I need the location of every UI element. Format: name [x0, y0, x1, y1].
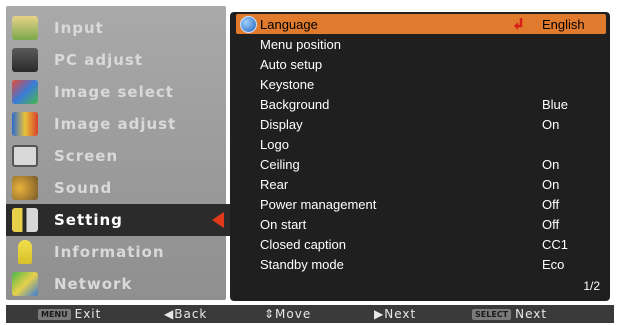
- menu-item-pc-adjust[interactable]: PC adjust: [6, 44, 226, 76]
- network-icon: [12, 272, 38, 296]
- menu-item-information[interactable]: Information: [6, 236, 226, 268]
- submenu-row-closed-caption[interactable]: Closed caption CC1: [236, 234, 606, 254]
- row-label: Ceiling: [260, 156, 300, 172]
- submenu-row-on-start[interactable]: On start Off: [236, 214, 606, 234]
- row-value: Off: [542, 196, 560, 212]
- row-label: Menu position: [260, 36, 341, 52]
- enter-arrow-icon: [514, 18, 523, 30]
- row-label: Rear: [260, 176, 289, 192]
- row-value: Eco: [542, 256, 565, 272]
- hint-next: ▶Next: [374, 307, 417, 321]
- menu-item-screen[interactable]: Screen: [6, 140, 226, 172]
- menu-item-network[interactable]: Network: [6, 268, 226, 300]
- menu-item-label: Information: [54, 243, 165, 261]
- row-label: Power management: [260, 196, 377, 212]
- row-label: On start: [260, 216, 307, 232]
- row-value: On: [542, 116, 560, 132]
- pc-adjust-icon: [12, 48, 38, 72]
- input-icon: [12, 16, 38, 40]
- menu-item-label: Network: [54, 275, 133, 293]
- menu-key-icon: MENU: [38, 308, 71, 320]
- submenu-row-keystone[interactable]: Keystone: [236, 74, 606, 94]
- setting-submenu-panel: Language English Menu position Auto setu…: [230, 12, 610, 301]
- row-value: On: [542, 176, 560, 192]
- information-icon: [18, 240, 32, 264]
- image-adjust-icon: [12, 112, 38, 136]
- hint-select-next-label: Next: [515, 307, 548, 321]
- menu-item-label: Image adjust: [54, 115, 177, 133]
- image-select-icon: [12, 80, 38, 104]
- menu-item-label: Image select: [54, 83, 174, 101]
- row-value: Blue: [542, 96, 569, 112]
- menu-item-label: Screen: [54, 147, 119, 165]
- globe-icon: [240, 16, 257, 33]
- screen-icon: [12, 145, 38, 167]
- submenu-row-logo[interactable]: Logo: [236, 134, 606, 154]
- menu-item-label: Setting: [54, 211, 123, 229]
- menu-item-input[interactable]: Input: [6, 12, 226, 44]
- row-value: English: [542, 16, 585, 32]
- active-indicator-icon: [212, 212, 224, 228]
- hint-move: ⇕Move: [264, 307, 312, 321]
- submenu-row-menu-position[interactable]: Menu position: [236, 34, 606, 54]
- row-label: Logo: [260, 136, 289, 152]
- submenu-row-rear[interactable]: Rear On: [236, 174, 606, 194]
- projector-osd: Input PC adjust Image select Image adjus…: [0, 0, 620, 325]
- hint-select-next: SELECT Next: [472, 305, 547, 323]
- hint-exit: MENU Exit: [38, 305, 101, 323]
- row-label: Background: [260, 96, 330, 112]
- row-label: Keystone: [260, 76, 315, 92]
- menu-item-image-select[interactable]: Image select: [6, 76, 226, 108]
- row-label: Standby mode: [260, 256, 344, 272]
- menu-item-label: PC adjust: [54, 51, 144, 69]
- row-label: Auto setup: [260, 56, 323, 72]
- row-label: Closed caption: [260, 236, 346, 252]
- submenu-row-auto-setup[interactable]: Auto setup: [236, 54, 606, 74]
- hint-bar: MENU Exit ◀Back ⇕Move ▶Next SELECT Next: [6, 305, 614, 323]
- submenu-row-background[interactable]: Background Blue: [236, 94, 606, 114]
- row-label: Display: [260, 116, 303, 132]
- menu-item-label: Input: [54, 19, 104, 37]
- submenu-row-language[interactable]: Language English: [236, 14, 606, 34]
- menu-item-image-adjust[interactable]: Image adjust: [6, 108, 226, 140]
- setting-icon: [12, 208, 38, 232]
- menu-item-setting[interactable]: Setting: [6, 204, 230, 236]
- submenu-row-ceiling[interactable]: Ceiling On: [236, 154, 606, 174]
- submenu-row-power-management[interactable]: Power management Off: [236, 194, 606, 214]
- hint-exit-label: Exit: [74, 307, 102, 321]
- row-value: CC1: [542, 236, 569, 252]
- sound-icon: [12, 176, 38, 200]
- row-value: On: [542, 156, 560, 172]
- main-menu-panel: Input PC adjust Image select Image adjus…: [6, 6, 230, 300]
- hint-back: ◀Back: [164, 307, 208, 321]
- menu-item-sound[interactable]: Sound: [6, 172, 226, 204]
- row-value: Off: [542, 216, 560, 232]
- submenu-row-display[interactable]: Display On: [236, 114, 606, 134]
- submenu-row-standby-mode[interactable]: Standby mode Eco: [236, 254, 606, 274]
- row-label: Language: [260, 16, 318, 32]
- menu-item-label: Sound: [54, 179, 113, 197]
- page-indicator: 1/2: [583, 279, 600, 293]
- select-key-icon: SELECT: [472, 308, 512, 320]
